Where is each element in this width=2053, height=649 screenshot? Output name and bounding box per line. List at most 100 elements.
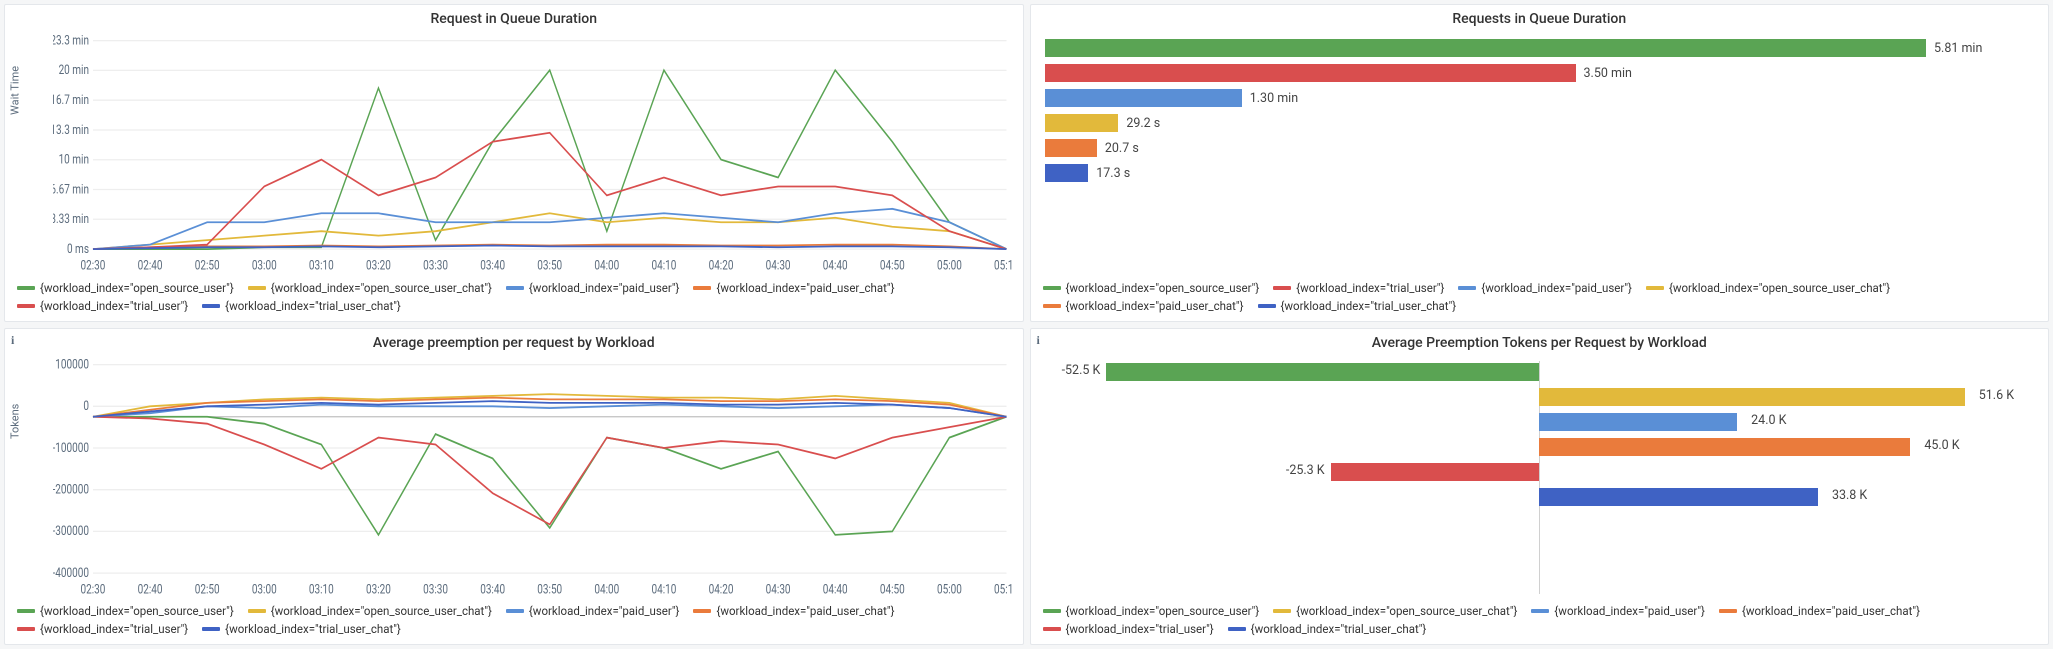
bar-row-trial_user[interactable]: -25.3 K: [1045, 461, 2035, 483]
legend-label: {workload_index="paid_user_chat"}: [1066, 299, 1244, 313]
svg-text:10 min: 10 min: [59, 151, 89, 167]
bar-row-paid_user[interactable]: 24.0 K: [1045, 411, 2035, 433]
bar-value-label: 33.8 K: [1826, 488, 1867, 503]
legend-item-trial_user_chat[interactable]: {workload_index="trial_user_chat"}: [202, 299, 401, 313]
info-icon[interactable]: i: [1037, 333, 1040, 348]
legend-label: {workload_index="open_source_user"}: [40, 281, 234, 295]
svg-text:04:40: 04:40: [823, 257, 848, 273]
bar: [1539, 488, 1818, 506]
bar-row-trial_user[interactable]: 3.50 min: [1045, 62, 2035, 84]
legend-item-open_source_user[interactable]: {workload_index="open_source_user"}: [17, 604, 234, 618]
svg-text:6.67 min: 6.67 min: [53, 181, 89, 197]
legend-item-trial_user_chat[interactable]: {workload_index="trial_user_chat"}: [1258, 299, 1457, 313]
panel-avg-preemption-tokens-bars[interactable]: i Average Preemption Tokens per Request …: [1030, 328, 2050, 646]
legend-item-open_source_user[interactable]: {workload_index="open_source_user"}: [1043, 281, 1260, 295]
legend-item-paid_user[interactable]: {workload_index="paid_user"}: [506, 604, 680, 618]
bar-value-label: 1.30 min: [1250, 91, 1298, 106]
legend-item-trial_user[interactable]: {workload_index="trial_user"}: [1043, 622, 1214, 636]
svg-text:0 ms: 0 ms: [67, 241, 89, 257]
svg-text:05:00: 05:00: [937, 581, 962, 597]
legend-item-paid_user_chat[interactable]: {workload_index="paid_user_chat"}: [693, 604, 894, 618]
bar-row-trial_user_chat[interactable]: 17.3 s: [1045, 162, 2035, 184]
bar: [1539, 413, 1737, 431]
legend-swatch: [17, 627, 35, 631]
legend-item-paid_user[interactable]: {workload_index="paid_user"}: [506, 281, 680, 295]
svg-text:16.7 min: 16.7 min: [53, 92, 89, 108]
svg-text:04:20: 04:20: [709, 257, 734, 273]
svg-text:-400000: -400000: [53, 564, 89, 580]
legend-swatch: [1273, 286, 1291, 290]
legend-item-open_source_user_chat[interactable]: {workload_index="open_source_user_chat"}: [248, 604, 492, 618]
y-axis-label: Wait Time: [9, 66, 22, 115]
svg-text:03:10: 03:10: [309, 257, 334, 273]
legend-item-paid_user_chat[interactable]: {workload_index="paid_user_chat"}: [1043, 299, 1244, 313]
legend-swatch: [506, 286, 524, 290]
legend-item-open_source_user_chat[interactable]: {workload_index="open_source_user_chat"}: [1273, 604, 1517, 618]
legend-label: {workload_index="trial_user_chat"}: [1281, 299, 1457, 313]
bar-row-paid_user_chat[interactable]: 45.0 K: [1045, 436, 2035, 458]
info-icon[interactable]: i: [11, 333, 14, 348]
bar-row-open_source_user_chat[interactable]: 51.6 K: [1045, 386, 2035, 408]
legend-item-trial_user[interactable]: {workload_index="trial_user"}: [17, 622, 188, 636]
legend-label: {workload_index="paid_user_chat"}: [1742, 604, 1920, 618]
bar-row-open_source_user[interactable]: 5.81 min: [1045, 37, 2035, 59]
panel-request-queue-duration-bars[interactable]: Requests in Queue Duration 5.81 min 3.50 …: [1030, 4, 2050, 322]
svg-text:03:20: 03:20: [366, 257, 391, 273]
panel-avg-preemption-timeseries[interactable]: i Average preemption per request by Work…: [4, 328, 1024, 646]
legend-item-open_source_user[interactable]: {workload_index="open_source_user"}: [17, 281, 234, 295]
bar-row-paid_user[interactable]: 1.30 min: [1045, 87, 2035, 109]
svg-text:04:00: 04:00: [594, 257, 619, 273]
bar-row-paid_user_chat[interactable]: 20.7 s: [1045, 137, 2035, 159]
bar-value-label: 24.0 K: [1745, 413, 1786, 428]
y-axis-label: Tokens: [9, 403, 22, 438]
legend-item-paid_user[interactable]: {workload_index="paid_user"}: [1531, 604, 1705, 618]
panel-title: Requests in Queue Duration: [1031, 5, 2049, 29]
bar-value-label: 45.0 K: [1918, 438, 1959, 453]
legend-label: {workload_index="trial_user"}: [40, 299, 188, 313]
plot-area[interactable]: 0 ms3.33 min6.67 min10 min13.3 min16.7 m…: [53, 33, 1013, 275]
legend-item-trial_user_chat[interactable]: {workload_index="trial_user_chat"}: [1228, 622, 1427, 636]
legend-item-paid_user_chat[interactable]: {workload_index="paid_user_chat"}: [1719, 604, 1920, 618]
legend-item-paid_user_chat[interactable]: {workload_index="paid_user_chat"}: [693, 281, 894, 295]
bar-row-trial_user_chat[interactable]: 33.8 K: [1045, 486, 2035, 508]
line-chart-svg: 0 ms3.33 min6.67 min10 min13.3 min16.7 m…: [53, 33, 1013, 275]
legend-item-trial_user[interactable]: {workload_index="trial_user"}: [17, 299, 188, 313]
svg-text:23.3 min: 23.3 min: [53, 33, 89, 48]
legend-swatch: [17, 609, 35, 613]
legend-label: {workload_index="paid_user"}: [529, 281, 680, 295]
line-chart-svg: -400000-300000-200000-100000010000002:30…: [53, 357, 1013, 599]
legend-swatch: [1043, 304, 1061, 308]
legend-swatch: [1531, 609, 1549, 613]
legend-label: {workload_index="paid_user_chat"}: [716, 604, 894, 618]
svg-text:3.33 min: 3.33 min: [53, 211, 89, 227]
bar-value-label: 5.81 min: [1934, 41, 1982, 56]
svg-text:03:40: 03:40: [480, 581, 505, 597]
legend-item-trial_user_chat[interactable]: {workload_index="trial_user_chat"}: [202, 622, 401, 636]
svg-text:05:10: 05:10: [994, 257, 1012, 273]
legend-item-open_source_user_chat[interactable]: {workload_index="open_source_user_chat"}: [1646, 281, 1890, 295]
bar-value-label: 20.7 s: [1105, 141, 1139, 156]
legend-item-paid_user[interactable]: {workload_index="paid_user"}: [1458, 281, 1632, 295]
bar-value-label: 17.3 s: [1096, 166, 1130, 181]
bar: [1045, 64, 1576, 82]
svg-text:04:20: 04:20: [709, 581, 734, 597]
plot-area[interactable]: -400000-300000-200000-100000010000002:30…: [53, 357, 1013, 599]
legend-swatch: [693, 609, 711, 613]
bar: [1045, 164, 1089, 182]
svg-text:02:50: 02:50: [195, 581, 220, 597]
bar: [1539, 388, 1964, 406]
legend-item-trial_user[interactable]: {workload_index="trial_user"}: [1273, 281, 1444, 295]
bar-value-label: -52.5 K: [1062, 363, 1107, 378]
legend-label: {workload_index="open_source_user"}: [1066, 281, 1260, 295]
legend-label: {workload_index="open_source_user_chat"}: [271, 281, 492, 295]
legend-label: {workload_index="trial_user_chat"}: [225, 622, 401, 636]
legend-item-open_source_user_chat[interactable]: {workload_index="open_source_user_chat"}: [248, 281, 492, 295]
bar-row-open_source_user_chat[interactable]: 29.2 s: [1045, 112, 2035, 134]
bar-row-open_source_user[interactable]: -52.5 K: [1045, 361, 2035, 383]
legend: {workload_index="open_source_user"} {work…: [5, 275, 1023, 321]
panel-title: Average Preemption Tokens per Request by…: [1031, 329, 2049, 353]
panel-request-queue-duration-timeseries[interactable]: Request in Queue Duration Wait Time 0 ms…: [4, 4, 1024, 322]
bar-value-label: -25.3 K: [1286, 463, 1331, 478]
legend-swatch: [1043, 609, 1061, 613]
legend-item-open_source_user[interactable]: {workload_index="open_source_user"}: [1043, 604, 1260, 618]
